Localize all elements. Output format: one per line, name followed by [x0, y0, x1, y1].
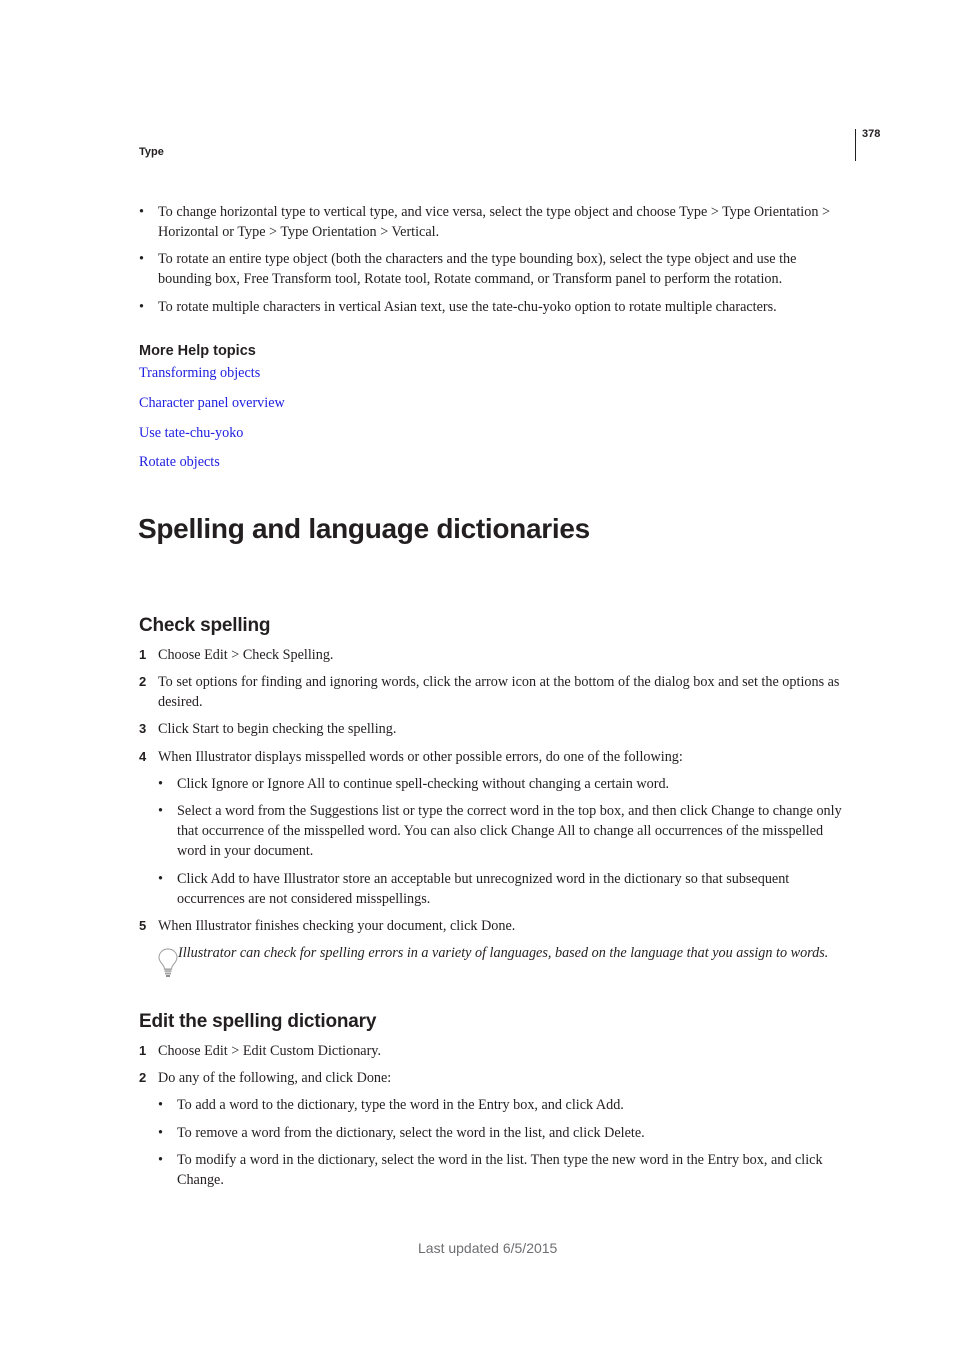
check-spelling-heading: Check spelling [139, 615, 271, 636]
step-number: 1 [139, 1043, 147, 1058]
bullet: • [139, 251, 144, 267]
step-number: 5 [139, 918, 147, 933]
bullet: • [158, 1097, 163, 1113]
running-head: Type [139, 146, 164, 158]
link-character-panel-overview[interactable]: Character panel overview [139, 395, 285, 412]
step-number: 1 [139, 647, 147, 662]
step-text: When Illustrator displays misspelled wor… [158, 749, 683, 765]
bullet: • [158, 1152, 163, 1168]
section-title: Spelling and language dictionaries [138, 513, 590, 544]
page-number-divider [855, 129, 856, 161]
bullet: • [158, 871, 163, 887]
step-text: Do any of the following, and click Done: [158, 1070, 392, 1086]
step-text: Choose Edit > Check Spelling. [158, 647, 334, 663]
page-number: 378 [862, 128, 881, 140]
step-text: When Illustrator finishes checking your … [158, 918, 516, 934]
link-transforming-objects[interactable]: Transforming objects [139, 365, 260, 382]
link-rotate-objects[interactable]: Rotate objects [139, 454, 220, 471]
edit-dictionary-heading: Edit the spelling dictionary [139, 1011, 377, 1032]
bullet: • [158, 1125, 163, 1141]
tip-text: Illustrator can check for spelling error… [178, 945, 829, 961]
step-text: To set options for finding and ignoring … [158, 674, 840, 710]
step-text: Choose Edit > Edit Custom Dictionary. [158, 1043, 382, 1059]
bullet: • [158, 776, 163, 792]
bullet: • [158, 803, 163, 819]
bullet: • [139, 299, 144, 315]
step-number: 4 [139, 749, 147, 764]
step-number: 3 [139, 721, 147, 736]
step-number: 2 [139, 1070, 147, 1085]
more-help-heading: More Help topics [139, 343, 256, 359]
step-text: Click Start to begin checking the spelli… [158, 721, 397, 737]
lightbulb-icon [158, 948, 178, 978]
last-updated: Last updated 6/5/2015 [418, 1240, 558, 1256]
bullet: • [139, 204, 144, 220]
step-number: 2 [139, 674, 147, 689]
link-use-tate-chu-yoko[interactable]: Use tate-chu-yoko [139, 425, 243, 442]
